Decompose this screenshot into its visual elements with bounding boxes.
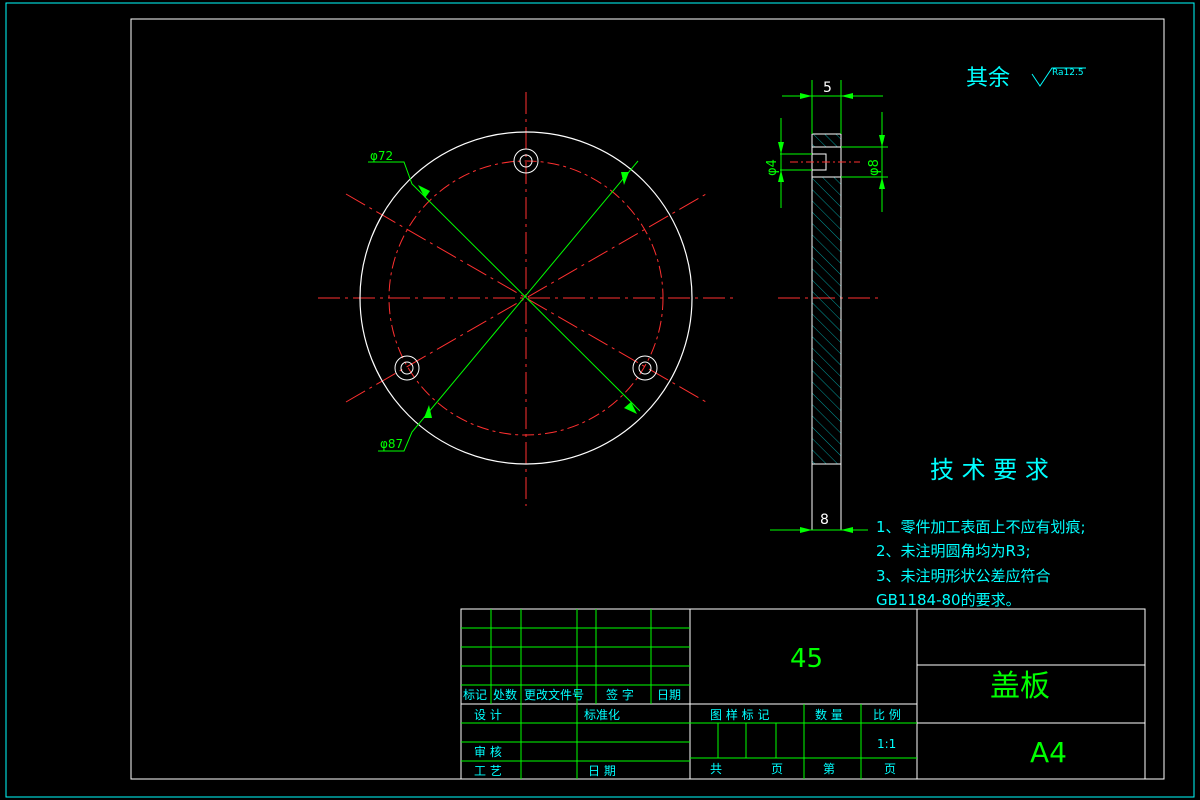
label-quantity: 数 量	[815, 707, 843, 722]
tech-requirements-title: 技 术 要 求	[930, 456, 1049, 484]
label-sheet: 页	[771, 762, 783, 776]
dim-width-top: 5	[823, 80, 832, 96]
label-design: 设 计	[474, 708, 502, 722]
label-total: 共	[710, 762, 722, 776]
revision-header: 处数	[493, 687, 517, 702]
label-sheet-2: 页	[884, 762, 896, 776]
cad-drawing-canvas: φ87 φ72 5 8 φ4 φ8 其余 Ra12.5 技 术 要 求 1、零件…	[5, 2, 1195, 798]
dim-width-bottom: 8	[820, 512, 829, 528]
surface-finish-label: 其余	[966, 66, 1010, 91]
bolt-hole	[394, 355, 420, 381]
label-standardize: 标准化	[584, 708, 620, 722]
side-view: 5 8 φ4 φ8	[765, 80, 888, 533]
tech-requirement-item: GB1184-80的要求。	[876, 591, 1021, 609]
dim-hole-small: φ4	[765, 159, 780, 176]
title-block: 标记 处数 更改文件号 签 字 日期 设 计 标准化 审 核 工 艺 日 期 4…	[460, 608, 1146, 780]
dim-hole-large: φ8	[867, 159, 882, 176]
revision-header: 标记	[463, 688, 487, 702]
section-hatch	[812, 134, 841, 464]
label-date: 日 期	[588, 764, 616, 778]
label-review: 审 核	[474, 744, 502, 759]
scale-value: 1:1	[877, 737, 896, 751]
revision-header: 日期	[657, 688, 681, 702]
revision-header: 更改文件号	[524, 687, 584, 702]
dim-outer-diameter: φ87	[380, 437, 403, 451]
sheet-size: A4	[1030, 736, 1067, 769]
bolt-hole	[632, 355, 658, 381]
label-number: 第	[823, 762, 835, 776]
label-scale: 比 例	[873, 708, 901, 722]
tech-requirement-item: 3、未注明形状公差应符合	[876, 567, 1051, 585]
revision-header: 签 字	[606, 687, 634, 702]
roughness-value: Ra12.5	[1052, 68, 1084, 78]
tech-requirement-item: 2、未注明圆角均为R3;	[876, 542, 1031, 560]
tech-requirements: 技 术 要 求 1、零件加工表面上不应有划痕; 2、未注明圆角均为R3; 3、未…	[876, 456, 1086, 609]
label-drawing-mark: 图 样 标 记	[710, 707, 769, 722]
material: 45	[790, 644, 823, 674]
part-name: 盖板	[990, 669, 1050, 704]
front-view: φ87 φ72	[318, 92, 735, 506]
dim-bolt-circle-diameter: φ72	[370, 149, 393, 163]
label-process: 工 艺	[474, 764, 502, 778]
surface-finish-note: 其余 Ra12.5	[966, 66, 1086, 91]
tech-requirement-item: 1、零件加工表面上不应有划痕;	[876, 518, 1086, 536]
